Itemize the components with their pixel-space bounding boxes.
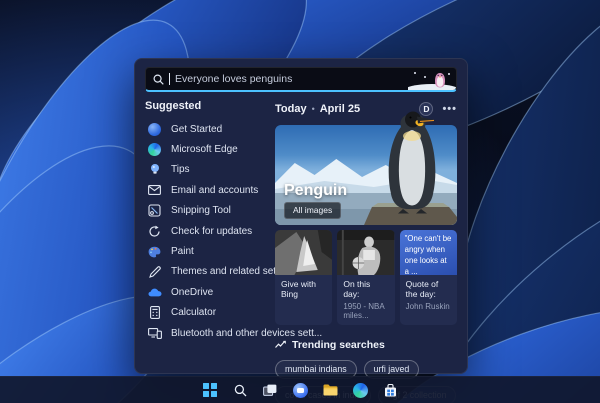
file-explorer-button[interactable]: [320, 380, 340, 400]
microsoft-store-icon: [384, 383, 396, 396]
quote-text-area: "One can't be angry when one looks at a …: [399, 230, 457, 276]
edge-browser-icon: [352, 382, 368, 398]
file-explorer-icon: [323, 384, 337, 396]
quote-text: "One can't be angry when one looks at a …: [404, 234, 452, 276]
search-bar[interactable]: [145, 67, 457, 92]
card-title: On this day:: [343, 279, 371, 299]
card-title: Quote of the day:: [405, 279, 439, 299]
search-button[interactable]: [230, 380, 250, 400]
edge-browser-button[interactable]: [350, 380, 370, 400]
on-this-day-card[interactable]: On this day: 1950 - NBA miles...: [337, 230, 395, 325]
search-taskbar-icon: [234, 384, 246, 396]
search-icon: [153, 73, 164, 85]
text-caret: [169, 73, 170, 85]
scissors-icon: [147, 203, 162, 218]
lightbulb-icon: [147, 162, 162, 177]
trending-header: Trending searches: [292, 338, 385, 351]
suggested-header: Suggested: [145, 100, 202, 112]
give-with-bing-card[interactable]: Give with Bing: [275, 230, 333, 325]
all-images-button[interactable]: All images: [284, 202, 342, 219]
card-title: Give with Bing: [281, 279, 316, 299]
desktop: Suggested Get Started Microsoft Edge: [0, 0, 600, 403]
devices-icon: [147, 326, 162, 341]
emperor-penguin-illustration: [388, 111, 436, 214]
cloud-icon: [147, 285, 162, 300]
refresh-icon: [147, 224, 162, 239]
today-date: April 25: [319, 103, 361, 115]
sidebar-item-calculator[interactable]: Calculator: [145, 303, 267, 323]
search-input[interactable]: [175, 73, 403, 85]
mini-penguin-icon: [435, 72, 445, 87]
more-options-button[interactable]: •••: [442, 103, 457, 115]
hero-title: Penguin: [284, 182, 348, 199]
sidebar-item-tips[interactable]: Tips: [145, 160, 267, 180]
sidebar-item-paint[interactable]: Paint: [145, 241, 267, 261]
card-subtitle: 1950 - NBA miles...: [343, 301, 385, 320]
pencil-icon: [147, 264, 162, 279]
start-button[interactable]: [200, 380, 220, 400]
today-cards-row: Give with Bing On this day: 1950 - NBA m…: [275, 230, 457, 325]
card-subtitle: John Ruskin: [405, 301, 450, 311]
sidebar-item-onedrive[interactable]: OneDrive: [145, 282, 267, 302]
trending-up-icon: [275, 340, 286, 348]
today-section: Today • April 25 D ••• Penguin All image…: [275, 100, 457, 403]
sidebar-item-snipping-tool[interactable]: Snipping Tool: [145, 201, 267, 221]
quote-of-the-day-card[interactable]: "One can't be angry when one looks at a …: [399, 230, 457, 325]
today-separator: •: [311, 104, 315, 114]
calculator-icon: [147, 305, 162, 320]
taskbar: [0, 376, 600, 403]
on-this-day-photo: [337, 230, 395, 275]
sidebar-item-themes-settings[interactable]: Themes and related settings: [145, 262, 297, 282]
sidebar-item-microsoft-edge[interactable]: Microsoft Edge: [145, 139, 267, 159]
envelope-icon: [147, 183, 162, 198]
task-view-icon: [263, 384, 277, 396]
edge-icon: [147, 142, 162, 157]
sidebar-item-bluetooth-devices[interactable]: Bluetooth and other devices sett...: [145, 323, 322, 343]
hero-penguin-card[interactable]: Penguin All images: [275, 111, 457, 225]
sidebar-item-email-accounts[interactable]: Email and accounts: [145, 180, 267, 200]
palette-icon: [147, 244, 162, 259]
task-view-button[interactable]: [260, 380, 280, 400]
chat-button[interactable]: [290, 380, 310, 400]
sidebar-item-check-updates[interactable]: Check for updates: [145, 221, 267, 241]
windows-start-icon: [202, 382, 218, 398]
suggested-section: Suggested Get Started Microsoft Edge Tip…: [145, 100, 322, 365]
chat-icon: [292, 382, 308, 398]
get-started-icon: [147, 122, 162, 137]
penguin-doodle-decoration: [408, 69, 456, 90]
suggested-list: Get Started Microsoft Edge Tips Email an…: [145, 119, 322, 343]
sidebar-item-get-started[interactable]: Get Started: [145, 119, 267, 139]
give-with-bing-photo: [275, 230, 333, 275]
today-label: Today: [275, 103, 307, 115]
search-flyout-panel: Suggested Get Started Microsoft Edge: [134, 58, 468, 403]
microsoft-store-button[interactable]: [380, 380, 400, 400]
